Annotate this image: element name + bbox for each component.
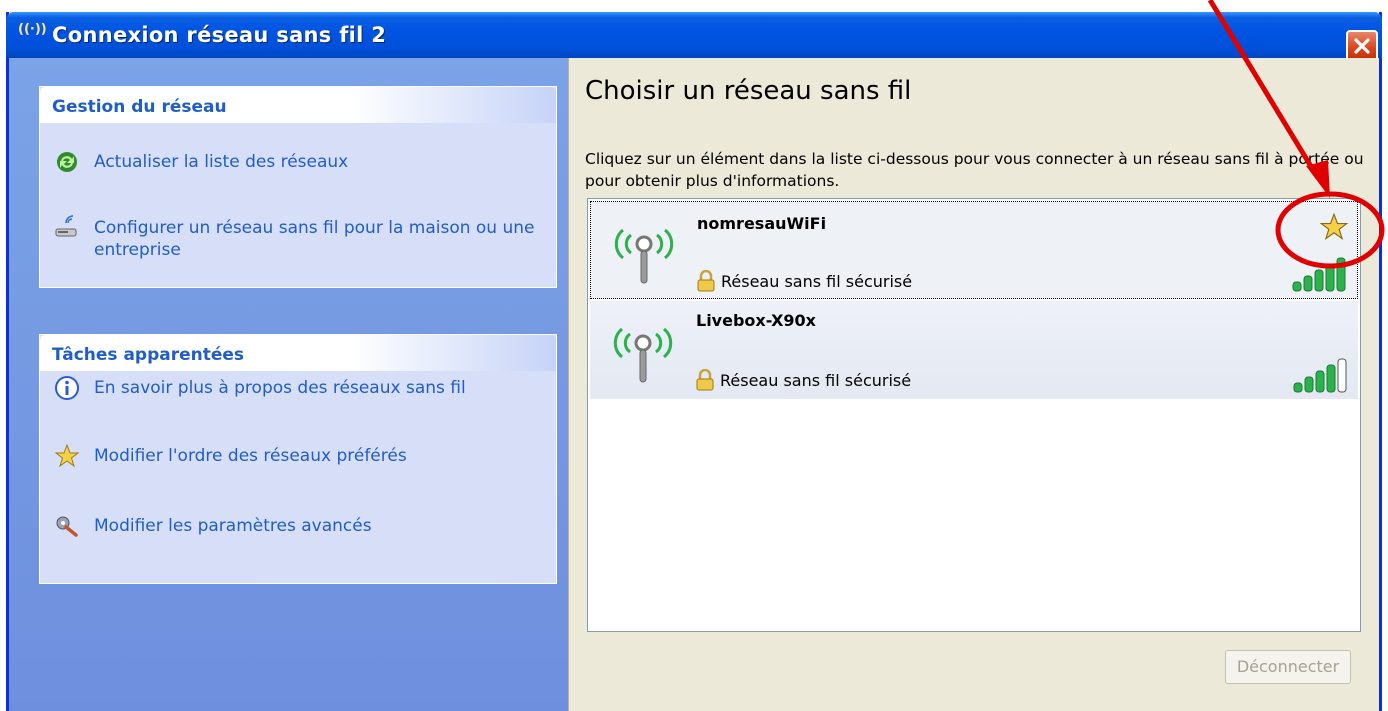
refresh-icon	[57, 152, 77, 172]
instructions-text: Cliquez sur un élément dans la liste ci-…	[585, 150, 1364, 190]
panel-title: Tâches apparentées	[52, 345, 245, 365]
settings-icon	[56, 516, 78, 537]
network-tasks-panel: Gestion du réseau Actualiser la liste de…	[39, 86, 557, 288]
main-pane: Choisir un réseau sans fil Cliquez sur u…	[568, 58, 1379, 711]
task-pane: Gestion du réseau Actualiser la liste de…	[9, 58, 568, 711]
close-icon	[1354, 38, 1370, 54]
refresh-network-list-link[interactable]: Actualiser la liste des réseaux	[54, 149, 544, 175]
network-list[interactable]: nomresauWiFi Réseau sans fil sécurisé Li…	[587, 198, 1361, 632]
task-label: Actualiser la liste des réseaux	[94, 152, 349, 172]
network-item[interactable]: nomresauWiFi Réseau sans fil sécurisé	[590, 201, 1358, 299]
wireless-icon: ((·))	[18, 22, 47, 37]
task-label: En savoir plus à propos des réseaux sans…	[94, 378, 466, 398]
lock-icon	[697, 270, 715, 292]
info-icon	[55, 376, 79, 400]
title-bar[interactable]: ((·)) Connexion réseau sans fil 2	[6, 12, 1382, 62]
panel-title: Gestion du réseau	[52, 97, 227, 117]
signal-strength-icon	[1293, 358, 1347, 393]
window-title: Connexion réseau sans fil 2	[52, 23, 387, 47]
antenna-icon	[613, 327, 673, 383]
network-item[interactable]: Livebox-X90x Réseau sans fil sécurisé	[590, 301, 1358, 399]
wireless-setup-icon	[55, 215, 77, 237]
task-label: Modifier les paramètres avancés	[94, 516, 372, 536]
advanced-settings-link[interactable]: Modifier les paramètres avancés	[54, 513, 544, 539]
panel-header: Tâches apparentées	[40, 335, 556, 371]
network-name: Livebox-X90x	[696, 311, 816, 330]
preferred-star-icon	[1319, 212, 1349, 241]
configure-wireless-link[interactable]: Configurer un réseau sans fil pour la ma…	[54, 215, 544, 263]
panel-header: Gestion du réseau	[40, 87, 556, 123]
task-label: Configurer un réseau sans fil pour la ma…	[94, 218, 535, 260]
disconnect-button[interactable]: Déconnecter	[1225, 650, 1351, 684]
star-icon	[54, 443, 80, 468]
learn-more-link[interactable]: En savoir plus à propos des réseaux sans…	[54, 375, 544, 401]
network-name: nomresauWiFi	[697, 214, 827, 233]
lock-icon	[696, 369, 714, 391]
page-title: Choisir un réseau sans fil	[585, 76, 912, 106]
signal-strength-icon	[1292, 257, 1346, 292]
related-tasks-panel: Tâches apparentées En savoir plus à prop…	[39, 334, 557, 584]
task-label: Modifier l'ordre des réseaux préférés	[94, 446, 407, 466]
change-preferred-order-link[interactable]: Modifier l'ordre des réseaux préférés	[54, 443, 544, 469]
network-status: Réseau sans fil sécurisé	[720, 371, 912, 390]
network-status: Réseau sans fil sécurisé	[721, 272, 913, 291]
antenna-icon	[614, 228, 674, 284]
